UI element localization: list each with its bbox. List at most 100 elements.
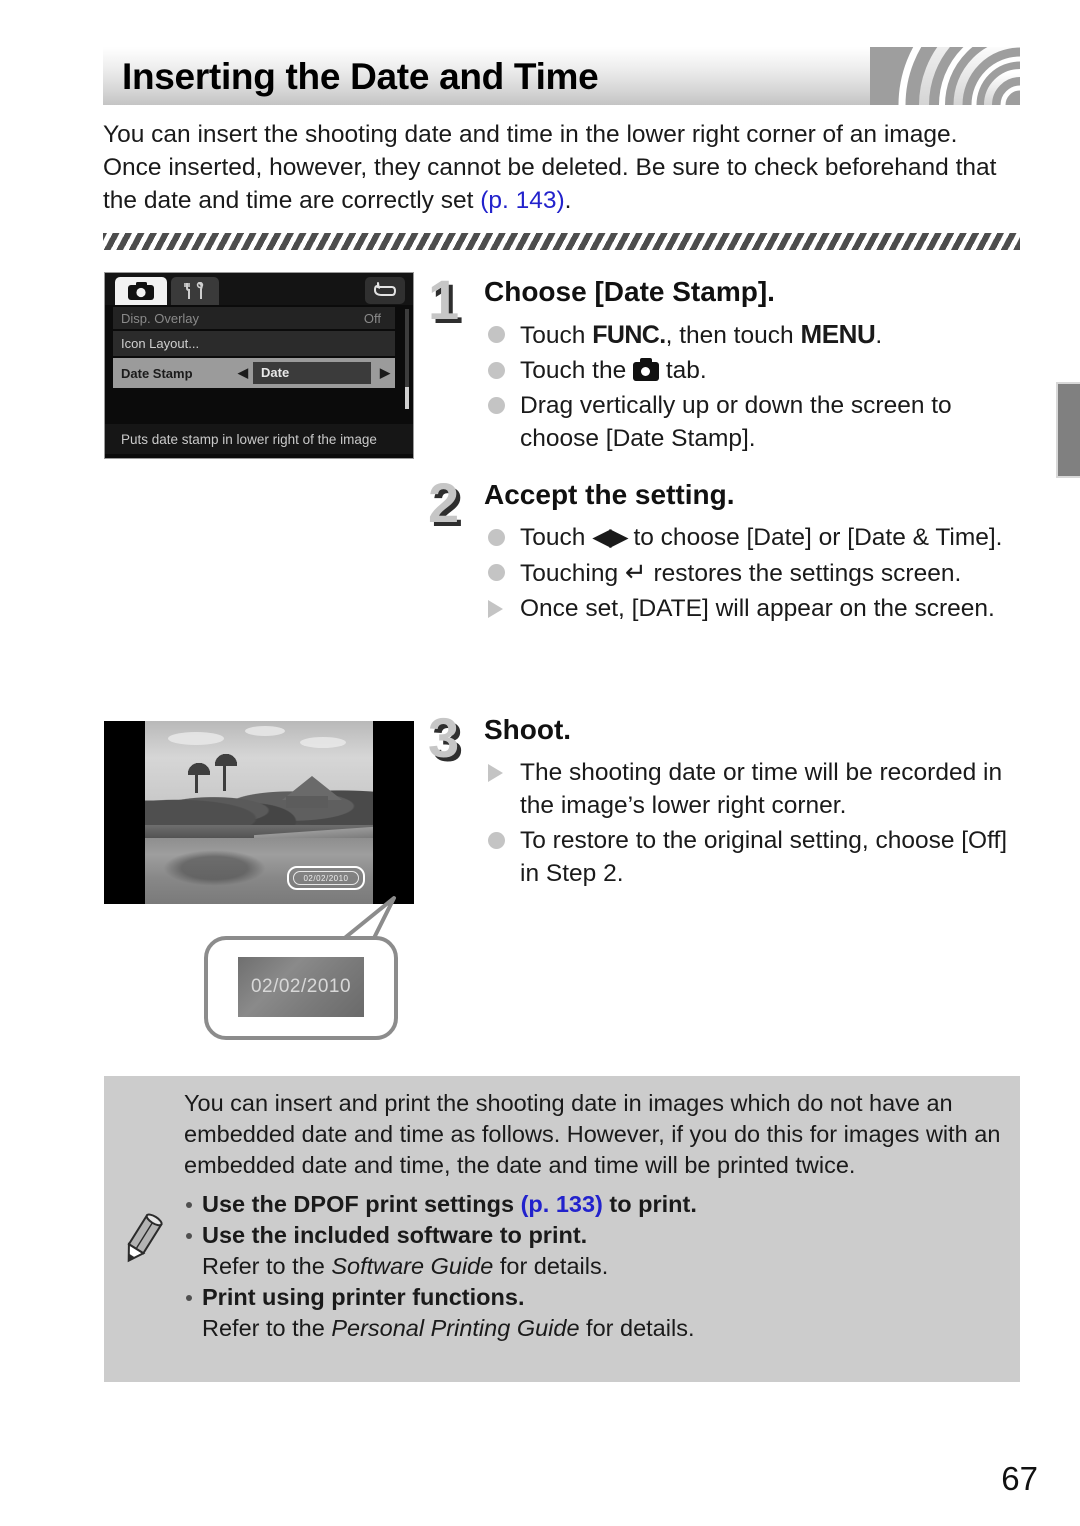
sample-photo-figure: 02/02/2010 — [104, 721, 414, 904]
note-item-bold-before: Use the DPOF print settings — [202, 1191, 521, 1217]
photo-cloud — [167, 731, 224, 745]
step-1-line-1: Touch FUNC., then touch MENU. — [484, 318, 1029, 352]
note-item-bold-before: Use the included software to print. — [202, 1222, 588, 1248]
step-1-body: Touch FUNC., then touch MENU. Touch the … — [484, 318, 1029, 457]
step-2-body: Touch ◀▶ to choose [Date] or [Date & Tim… — [484, 521, 1029, 627]
step-2-line-2: Touching ↵ restores the settings screen. — [484, 556, 1029, 590]
photo-palm-fronds — [186, 761, 213, 776]
func-glyph: FUNC. — [592, 321, 666, 349]
pencil-icon — [118, 1212, 164, 1268]
sample-photo-image: 02/02/2010 — [145, 721, 373, 904]
step-3-body: The shooting date or time will be record… — [484, 756, 1029, 892]
callout-date-text: 02/02/2010 — [250, 976, 352, 997]
lcd-tab-bar — [105, 273, 413, 305]
note-bullet-icon — [186, 1295, 192, 1301]
line-text-a: Touching — [520, 560, 625, 587]
note-sub-after: for details. — [579, 1315, 695, 1341]
intro-page-reference[interactable]: (p. 143) — [480, 187, 564, 214]
bullet-dot-icon — [488, 362, 505, 379]
bullet-dot-icon — [488, 564, 505, 581]
note-box: You can insert and print the shooting da… — [104, 1076, 1020, 1382]
note-bullet-icon — [186, 1202, 192, 1208]
step-3-line-1: The shooting date or time will be record… — [484, 756, 1029, 822]
page-title: Inserting the Date and Time — [122, 56, 599, 97]
note-item-printer: Print using printer functions. — [184, 1282, 1008, 1313]
photo-datestamp-text: 02/02/2010 — [293, 871, 359, 885]
note-bullet-icon — [186, 1233, 192, 1239]
lcd-scrollbar[interactable] — [405, 309, 409, 409]
camera-menu-screenshot: Disp. Overlay Off Icon Layout... Date St… — [104, 272, 414, 459]
lcd-hint-text: Puts date stamp in lower right of the im… — [105, 424, 413, 454]
note-page-reference[interactable]: (p. 133) — [521, 1191, 603, 1217]
return-arrow-icon: ↵ — [624, 557, 647, 587]
intro-text-after: . — [564, 187, 572, 214]
header-rings-decoration — [870, 47, 1020, 105]
line-text-a: Once set, [DATE] will appear on the scre… — [520, 595, 995, 622]
note-subtext-software: Refer to the Software Guide for details. — [184, 1251, 1008, 1282]
note-content: You can insert and print the shooting da… — [184, 1088, 1008, 1344]
note-sub-before: Refer to the — [202, 1253, 332, 1279]
photo-hut-body — [286, 796, 329, 809]
note-item-bold-before: Print using printer functions. — [202, 1284, 525, 1310]
lcd-right-arrow-icon[interactable]: ▶ — [375, 365, 395, 381]
lcd-back-button[interactable] — [365, 277, 405, 304]
line-text-b: restores the settings screen. — [646, 560, 962, 587]
step-3-line-2: To restore to the original setting, choo… — [484, 824, 1029, 890]
page-number: 67 — [1001, 1460, 1038, 1497]
camera-icon — [633, 358, 660, 381]
note-subtext-printer: Refer to the Personal Printing Guide for… — [184, 1313, 1008, 1344]
line-text-a: Touch — [520, 322, 593, 349]
note-item-bold-after: to print. — [602, 1191, 697, 1217]
note-item-dpof: Use the DPOF print settings (p. 133) to … — [184, 1189, 1008, 1220]
lcd-row-label: Date Stamp — [121, 365, 193, 381]
chapter-edge-tab — [1056, 382, 1080, 478]
line-text-a: Touch — [520, 524, 593, 551]
photo-palm-fronds — [213, 752, 240, 767]
wrench-tools-icon — [184, 282, 204, 299]
note-sub-italic: Software Guide — [331, 1253, 494, 1279]
return-arrow-icon — [373, 281, 397, 296]
note-paragraph: You can insert and print the shooting da… — [184, 1090, 1001, 1178]
line-text-a: Drag vertically up or down the screen to… — [520, 392, 952, 452]
line-text-b: to choose [Date] or [Date & Time]. — [626, 524, 1003, 551]
bullet-dot-icon — [488, 326, 505, 343]
lcd-menu-row-date-stamp[interactable]: Date Stamp ◀ Date ▶ — [113, 358, 395, 388]
datestamp-callout-balloon: 02/02/2010 — [204, 936, 398, 1040]
note-item-software: Use the included software to print. — [184, 1220, 1008, 1251]
bullet-dot-icon — [488, 832, 505, 849]
line-text-b: tab. — [659, 357, 707, 384]
bullet-dot-icon — [488, 397, 505, 414]
note-sub-before: Refer to the — [202, 1315, 332, 1341]
lcd-menu-row-disp-overlay[interactable]: Disp. Overlay Off — [113, 307, 395, 329]
step-2-line-1: Touch ◀▶ to choose [Date] or [Date & Tim… — [484, 521, 1029, 554]
lcd-row-value: Date — [253, 362, 371, 384]
step-1-number: 1 — [428, 268, 460, 331]
lcd-row-label: Icon Layout... — [121, 336, 200, 351]
step-1-line-2: Touch the tab. — [484, 354, 1029, 387]
lcd-camera-tab[interactable] — [115, 277, 167, 305]
line-text-c: . — [875, 322, 883, 349]
step-3-heading: Shoot. — [484, 714, 572, 745]
note-sub-italic: Personal Printing Guide — [331, 1315, 580, 1341]
step-1-heading: Choose [Date Stamp]. — [484, 276, 775, 307]
bullet-triangle-icon — [488, 600, 503, 618]
step-2-line-3: Once set, [DATE] will appear on the scre… — [484, 592, 1029, 625]
section-divider-hatched — [103, 233, 1020, 250]
lcd-menu-row-icon-layout[interactable]: Icon Layout... — [113, 331, 395, 356]
camera-icon — [128, 282, 154, 300]
lcd-left-arrow-icon[interactable]: ◀ — [233, 365, 253, 381]
lcd-settings-tab[interactable] — [171, 277, 219, 305]
note-list: Use the DPOF print settings (p. 133) to … — [184, 1189, 1008, 1344]
step-2-heading: Accept the setting. — [484, 479, 735, 510]
menu-glyph: MENU — [800, 319, 876, 349]
lcd-row-label: Disp. Overlay — [121, 310, 200, 326]
line-text-a: To restore to the original setting, choo… — [520, 827, 1008, 887]
note-sub-after: for details. — [493, 1253, 609, 1279]
intro-paragraph: You can insert the shooting date and tim… — [103, 118, 1008, 217]
left-right-arrows-icon: ◀▶ — [592, 523, 628, 551]
step-3-number: 3 — [428, 706, 460, 769]
bullet-triangle-icon — [488, 764, 503, 782]
lcd-row-value: Off — [363, 310, 381, 326]
photo-datestamp-highlight: 02/02/2010 — [287, 866, 365, 890]
callout-photo-crop: 02/02/2010 — [238, 957, 364, 1017]
